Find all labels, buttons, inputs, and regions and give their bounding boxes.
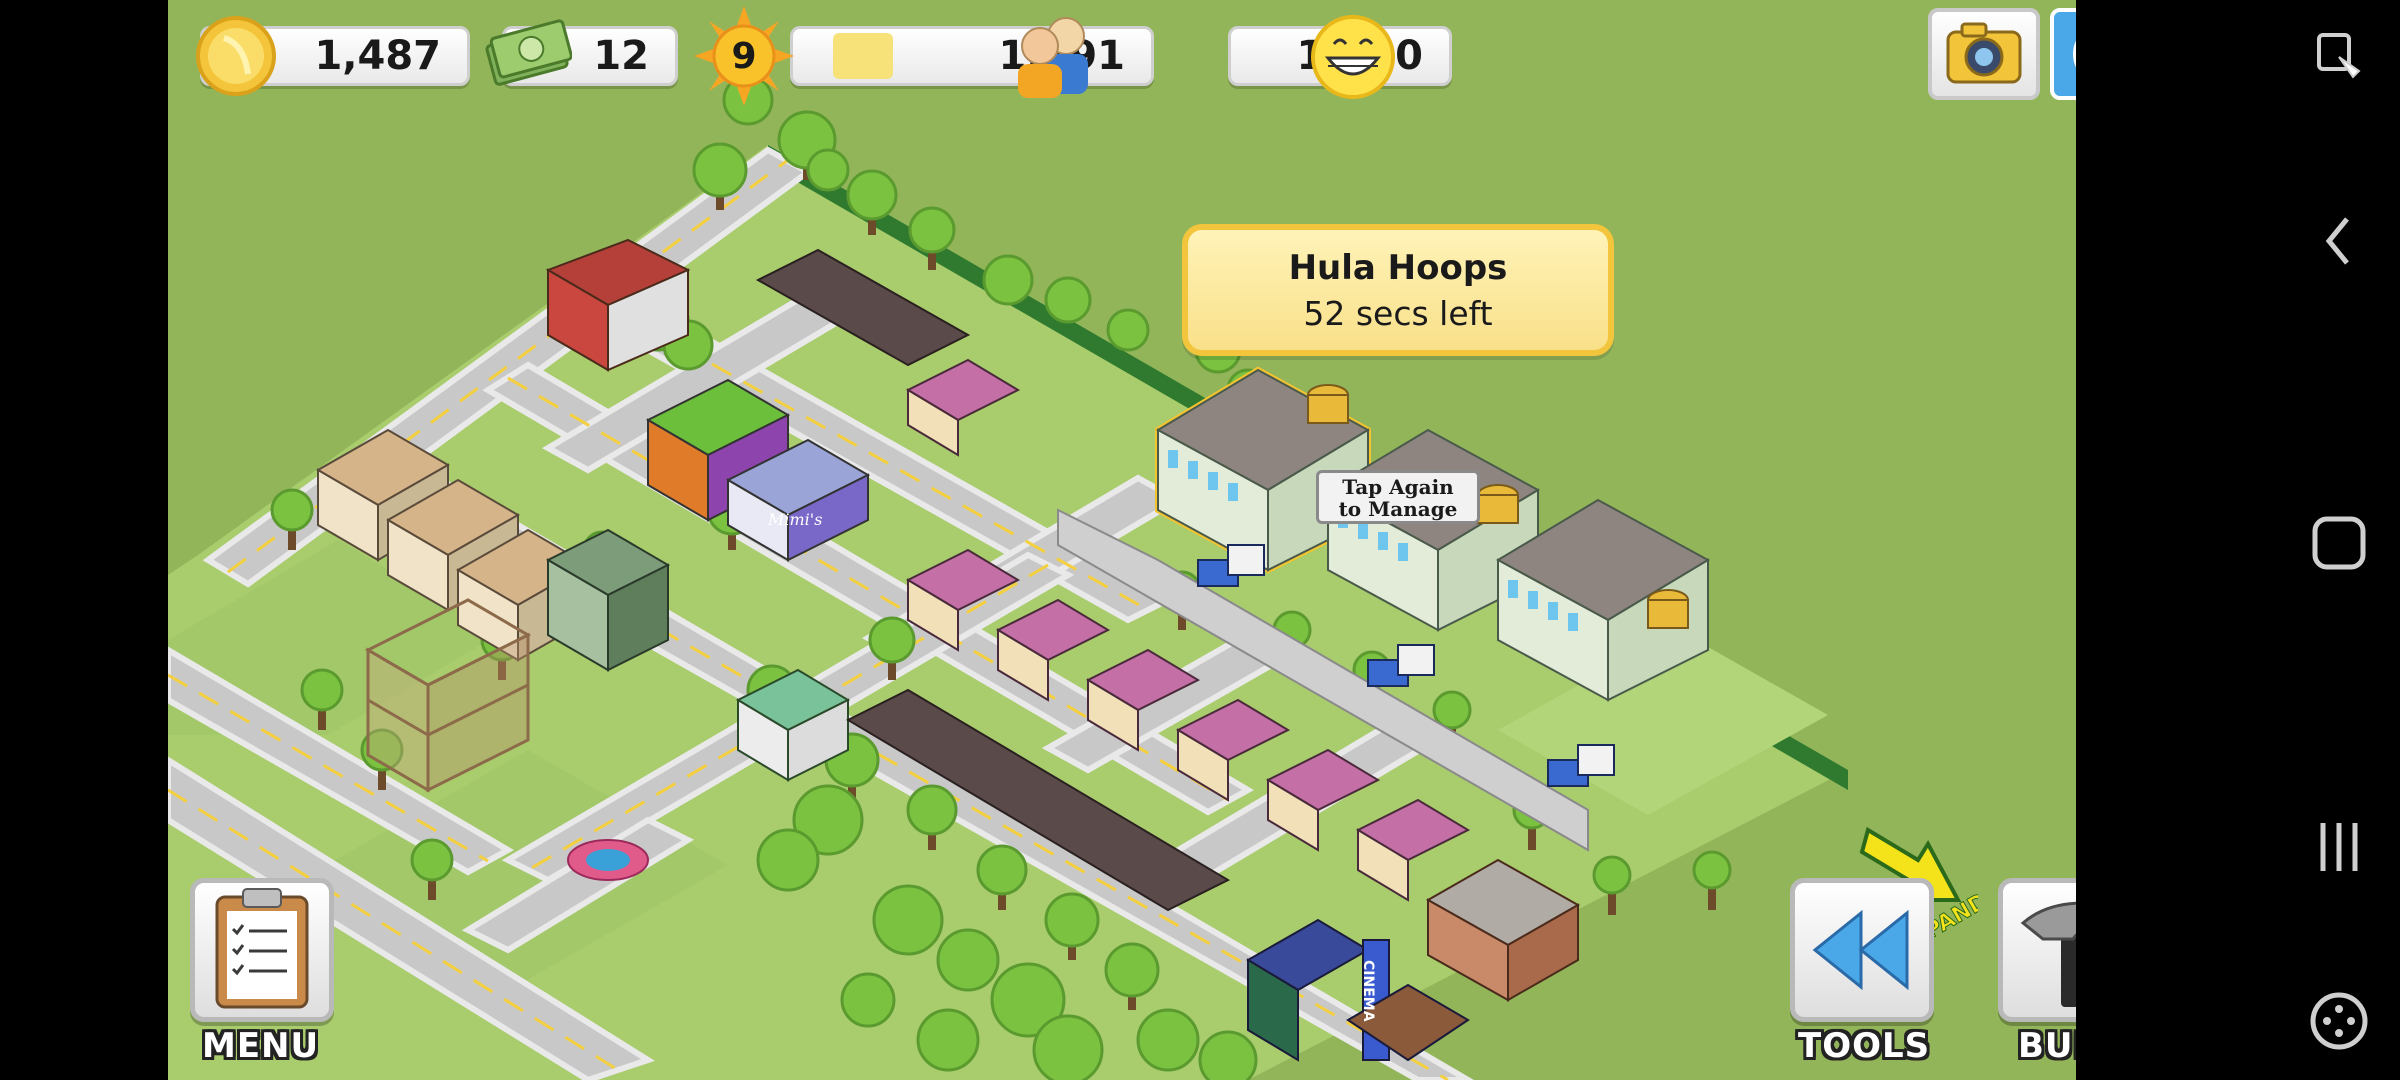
tools-label: TOOLS xyxy=(1798,1026,1931,1066)
build-button[interactable] xyxy=(1998,878,2076,1022)
building-timer-popup[interactable]: Hula Hoops 52 secs left xyxy=(1182,224,1614,356)
home-square-icon xyxy=(2312,516,2366,570)
clipboard-icon xyxy=(215,888,309,1009)
recents-button[interactable] xyxy=(2278,812,2400,882)
coins-value: 1,487 xyxy=(314,33,441,79)
tap-again-label[interactable]: Tap Again to Manage xyxy=(1316,470,1480,524)
smiley-face-icon[interactable] xyxy=(1310,14,1396,100)
tap-label-line1: Tap Again xyxy=(1342,475,1454,499)
shop-sign: Mimi's xyxy=(767,510,822,529)
tools-button[interactable] xyxy=(1790,878,1934,1022)
xp-counter[interactable]: 1,191 xyxy=(790,26,1154,86)
build-label: BUILD xyxy=(2018,1026,2076,1066)
recents-icon xyxy=(2320,823,2358,871)
system-nav-bar xyxy=(2278,0,2400,1080)
camera-button[interactable] xyxy=(1928,8,2040,100)
level-value: 9 xyxy=(731,35,757,77)
hammer-icon xyxy=(2020,901,2076,1007)
gold-coin-icon xyxy=(196,16,276,96)
menu-button[interactable] xyxy=(190,878,334,1022)
back-button[interactable] xyxy=(2278,206,2400,276)
menu-label: MENU xyxy=(202,1026,320,1066)
rewind-icon xyxy=(1812,909,1909,991)
camera-icon xyxy=(1946,22,2022,84)
touch-lock-icon xyxy=(2317,33,2361,79)
cash-value: 12 xyxy=(593,33,649,79)
popup-title: Hula Hoops xyxy=(1288,248,1508,288)
tap-label-line2: to Manage xyxy=(1338,497,1458,521)
home-button[interactable] xyxy=(2278,508,2400,578)
popup-time-left: 52 secs left xyxy=(1303,294,1493,333)
xp-progress-fill xyxy=(833,33,893,79)
social-button[interactable] xyxy=(2050,8,2076,100)
chevron-left-icon xyxy=(2325,217,2349,265)
screen-pin-button[interactable] xyxy=(2278,22,2400,92)
dollar-bills-icon xyxy=(485,19,572,86)
game-tools-button[interactable] xyxy=(2278,986,2400,1056)
sun-level-icon: 9 xyxy=(694,6,794,106)
social-friends-icon xyxy=(2073,40,2076,68)
game-viewport[interactable]: Mimi's CINEMA 1,487 12 9 Hula Hoops 52 s… xyxy=(168,0,2076,1080)
gamepad-icon xyxy=(2310,992,2368,1050)
cinema-sign: CINEMA xyxy=(1360,960,1376,1022)
people-icon xyxy=(1018,17,1088,98)
